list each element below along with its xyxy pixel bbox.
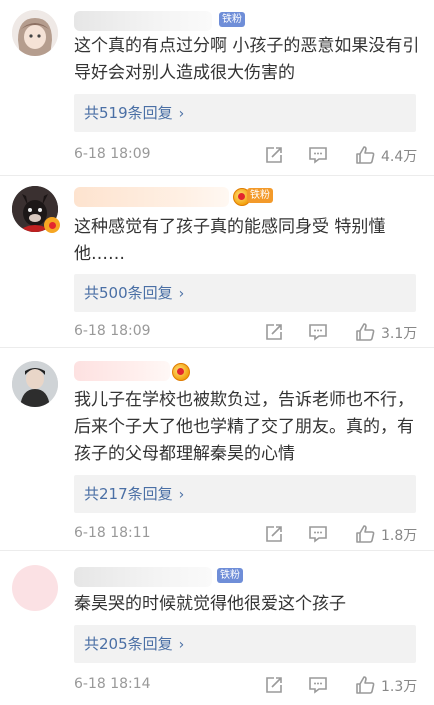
thumbs-up-icon[interactable] bbox=[354, 321, 376, 343]
view-replies-link[interactable]: 共205条回复 › bbox=[74, 625, 416, 663]
share-icon[interactable] bbox=[263, 523, 285, 545]
comment-item: 铁粉 这个真的有点过分啊 小孩子的恶意如果没有引导好会对别人造成很大伤害的 共5… bbox=[0, 0, 434, 175]
avatar[interactable] bbox=[12, 361, 58, 407]
comment-meta: 6-18 18:09 3.1万 bbox=[74, 321, 420, 343]
comment-meta: 6-18 18:11 1.8万 bbox=[74, 523, 420, 545]
view-replies-link[interactable]: 共217条回复 › bbox=[74, 475, 416, 513]
comment-item: 铁粉 这种感觉有了孩子真的能感同身受 特别懂他…… 共500条回复 › 6-18 … bbox=[0, 175, 434, 348]
comment-icon[interactable] bbox=[307, 674, 329, 696]
chevron-right-icon: › bbox=[178, 637, 185, 653]
thumbs-up-icon[interactable] bbox=[354, 674, 376, 696]
comment-text: 这种感觉有了孩子真的能感同身受 特别懂他…… bbox=[74, 217, 386, 264]
comment-text: 秦昊哭的时候就觉得他很爱这个孩子 bbox=[74, 594, 346, 614]
comment-item: 铁粉 秦昊哭的时候就觉得他很爱这个孩子 共205条回复 › 6-18 18:14 … bbox=[0, 550, 434, 705]
like-count: 1.8万 bbox=[381, 528, 418, 544]
comment-icon[interactable] bbox=[307, 321, 329, 343]
comment-feed: 铁粉 这个真的有点过分啊 小孩子的恶意如果没有引导好会对别人造成很大伤害的 共5… bbox=[0, 0, 434, 704]
username-redacted[interactable] bbox=[74, 11, 212, 31]
like-count: 3.1万 bbox=[381, 326, 418, 342]
avatar[interactable] bbox=[12, 565, 58, 611]
chevron-right-icon: › bbox=[178, 487, 185, 503]
avatar-image bbox=[12, 361, 58, 407]
username-redacted[interactable] bbox=[74, 361, 170, 381]
comment-icon[interactable] bbox=[307, 523, 329, 545]
timestamp: 6-18 18:09 bbox=[74, 323, 151, 339]
share-icon[interactable] bbox=[263, 144, 285, 166]
fan-badge: 铁粉 bbox=[217, 568, 243, 583]
replies-label: 共519条回复 bbox=[84, 104, 173, 122]
replies-label: 共217条回复 bbox=[84, 485, 173, 503]
comment-text: 这个真的有点过分啊 小孩子的恶意如果没有引导好会对别人造成很大伤害的 bbox=[74, 36, 420, 83]
comment-text: 我儿子在学校也被欺负过，告诉老师也不行，后来个子大了他也学精了交了朋友。真的，有… bbox=[74, 390, 414, 464]
comment-meta: 6-18 18:09 4.4万 bbox=[74, 144, 420, 166]
chevron-right-icon: › bbox=[178, 286, 185, 302]
thumbs-up-icon[interactable] bbox=[354, 523, 376, 545]
like-count: 4.4万 bbox=[381, 149, 418, 165]
comment-meta: 6-18 18:14 1.3万 bbox=[74, 674, 420, 696]
like-count: 1.3万 bbox=[381, 679, 418, 695]
verified-icon bbox=[44, 217, 60, 233]
comment-item: 我儿子在学校也被欺负过，告诉老师也不行，后来个子大了他也学精了交了朋友。真的，有… bbox=[0, 347, 434, 551]
chevron-right-icon: › bbox=[178, 106, 185, 122]
fan-badge: 铁粉 bbox=[219, 12, 245, 27]
avatar[interactable] bbox=[12, 10, 58, 56]
view-replies-link[interactable]: 共519条回复 › bbox=[74, 94, 416, 132]
replies-label: 共500条回复 bbox=[84, 284, 173, 302]
fan-medal-icon bbox=[172, 363, 190, 381]
share-icon[interactable] bbox=[263, 321, 285, 343]
view-replies-link[interactable]: 共500条回复 › bbox=[74, 274, 416, 312]
share-icon[interactable] bbox=[263, 674, 285, 696]
fan-badge: 铁粉 bbox=[247, 188, 273, 203]
timestamp: 6-18 18:14 bbox=[74, 676, 151, 692]
avatar-image bbox=[12, 10, 58, 56]
username-redacted[interactable] bbox=[74, 567, 212, 587]
timestamp: 6-18 18:11 bbox=[74, 525, 151, 541]
timestamp: 6-18 18:09 bbox=[74, 146, 151, 162]
replies-label: 共205条回复 bbox=[84, 635, 173, 653]
comment-icon[interactable] bbox=[307, 144, 329, 166]
thumbs-up-icon[interactable] bbox=[354, 144, 376, 166]
username-redacted[interactable] bbox=[74, 187, 229, 207]
